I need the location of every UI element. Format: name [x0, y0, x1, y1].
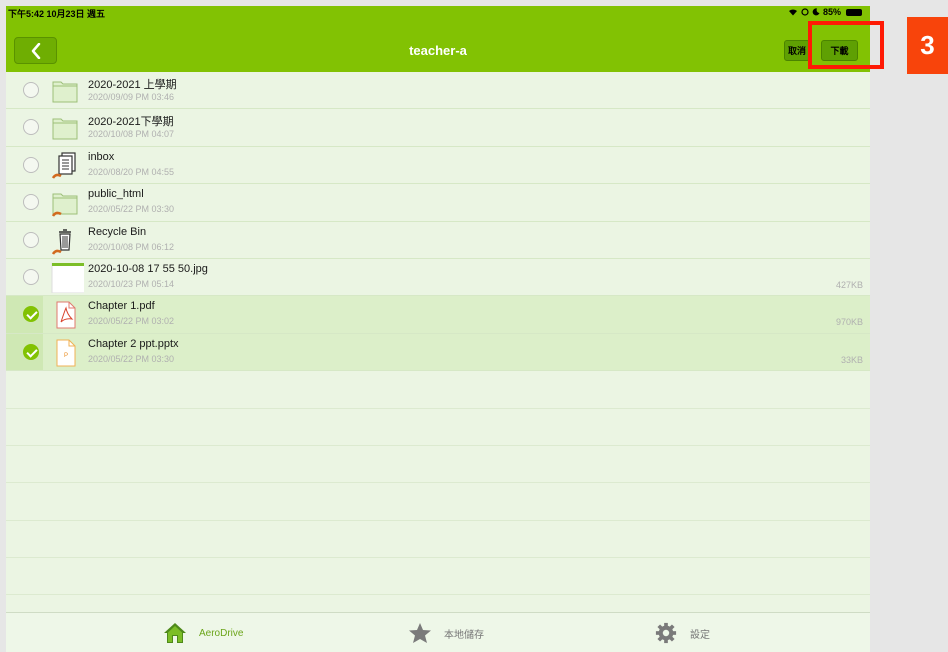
file-name: Recycle Bin: [88, 225, 147, 238]
tab-aerodrive[interactable]: AeroDrive: [163, 613, 243, 652]
cancel-button[interactable]: 取消: [784, 40, 810, 61]
file-row[interactable]: public_html 2020/05/22 PM 03:30: [6, 184, 870, 222]
empty-list-row: [6, 558, 870, 596]
moon-icon: [812, 8, 820, 16]
trash-icon: [51, 228, 71, 255]
annotation-highlight-box: [808, 21, 884, 69]
ipad-screen: 下午5:42 10月23日 週五 85% teacher-a 取消 下載 202…: [6, 6, 870, 652]
empty-list-row: [6, 409, 870, 446]
svg-text:P: P: [64, 353, 68, 359]
tab-local-storage[interactable]: 本地儲存: [408, 613, 484, 652]
file-name: Chapter 1.pdf: [88, 300, 155, 313]
status-bar: 下午5:42 10月23日 週五 85%: [6, 6, 870, 20]
wifi-icon: [788, 9, 797, 16]
select-radio[interactable]: [23, 268, 39, 285]
file-date: 2020/05/22 PM 03:02: [88, 316, 175, 327]
tab-label: 設定: [690, 629, 710, 641]
pptx-file-icon: P: [56, 339, 76, 367]
file-date: 2020/10/08 PM 04:07: [88, 129, 175, 140]
select-checkbox-checked[interactable]: [23, 343, 39, 360]
file-name: public_html: [88, 188, 144, 201]
shared-folder-icon: [51, 193, 78, 217]
page-title: teacher-a: [409, 43, 467, 58]
select-radio[interactable]: [23, 156, 39, 173]
empty-list-row: [6, 521, 870, 559]
file-row[interactable]: 2020-2021下學期 2020/10/08 PM 04:07: [6, 109, 870, 147]
navigation-bar: teacher-a 取消 下載: [6, 20, 870, 72]
image-thumbnail-icon: [51, 262, 84, 293]
empty-list-row: [6, 446, 870, 484]
tab-label: 本地儲存: [444, 629, 484, 641]
battery-icon: [846, 8, 862, 16]
folder-icon: [52, 118, 78, 140]
inbox-shared-icon: [51, 152, 76, 179]
file-row[interactable]: P Chapter 2 ppt.pptx 2020/05/22 PM 03:30…: [6, 333, 870, 372]
file-name: Chapter 2 ppt.pptx: [88, 337, 179, 350]
file-row[interactable]: Chapter 1.pdf 2020/05/22 PM 03:02 970KB: [6, 296, 870, 334]
file-size: 33KB: [840, 354, 863, 365]
empty-list-row: [6, 371, 870, 409]
file-date: 2020/05/22 PM 03:30: [88, 204, 175, 215]
select-radio[interactable]: [23, 231, 39, 248]
tab-settings[interactable]: 設定: [654, 613, 710, 652]
select-radio[interactable]: [23, 82, 39, 98]
battery-percent: 85%: [822, 7, 841, 17]
star-icon: [409, 623, 431, 643]
status-indicators: 85%: [788, 7, 862, 17]
file-date: 2020/09/09 PM 03:46: [88, 92, 175, 102]
tab-label: AeroDrive: [199, 627, 244, 639]
home-icon: [164, 623, 186, 643]
file-date: 2020/08/20 PM 04:55: [88, 166, 175, 177]
file-name: inbox: [88, 150, 115, 163]
file-date: 2020/10/23 PM 05:14: [88, 278, 175, 289]
file-name: 2020-10-08 17 55 50.jpg: [88, 262, 208, 275]
file-size: 427KB: [835, 279, 863, 290]
file-row[interactable]: 2020-10-08 17 55 50.jpg 2020/10/23 PM 05…: [6, 259, 870, 297]
file-name: 2020-2021下學期: [88, 116, 174, 129]
file-date: 2020/10/08 PM 06:12: [88, 241, 175, 252]
status-time-text: 下午5:42: [8, 9, 45, 19]
file-row[interactable]: inbox 2020/08/20 PM 04:55: [6, 147, 870, 185]
status-time: 下午5:42 10月23日 週五: [8, 7, 105, 20]
lock-rotation-icon: [801, 8, 809, 16]
empty-list-row: [6, 483, 870, 521]
pdf-file-icon: [56, 301, 76, 329]
file-name: 2020-2021 上學期: [88, 79, 177, 91]
tab-bar: AeroDrive 本地儲存 設定: [6, 612, 870, 652]
folder-icon: [52, 81, 78, 103]
file-size: 970KB: [835, 317, 863, 328]
gear-icon: [655, 622, 677, 644]
file-row[interactable]: Recycle Bin 2020/10/08 PM 06:12: [6, 222, 870, 259]
annotation-step-badge: 3: [907, 17, 948, 74]
file-date: 2020/05/22 PM 03:30: [88, 353, 175, 364]
status-date-text: 10月23日 週五: [46, 9, 106, 19]
file-row[interactable]: 2020-2021 上學期 2020/09/09 PM 03:46: [6, 72, 870, 110]
file-list: 2020-2021 上學期 2020/09/09 PM 03:46 2020-2…: [6, 72, 870, 633]
